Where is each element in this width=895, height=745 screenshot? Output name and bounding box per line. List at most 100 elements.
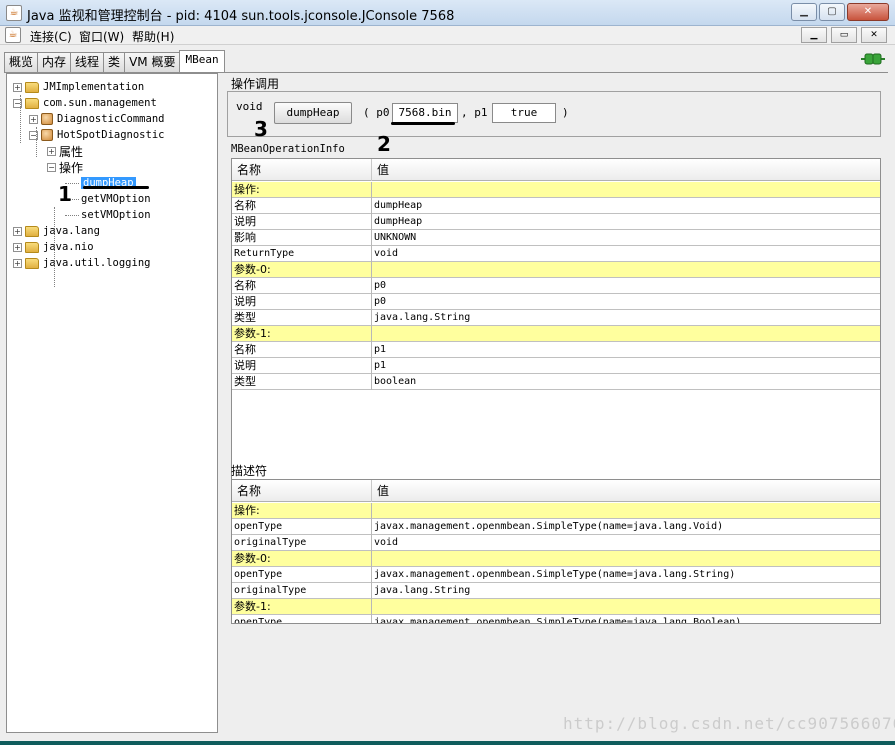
p0-input[interactable]: 7568.bin <box>392 103 458 123</box>
table-row[interactable]: 名称 dumpHeap <box>232 198 880 214</box>
column-header-value[interactable]: 值 <box>372 480 880 502</box>
table-group-row[interactable]: 参数-0: <box>232 262 880 278</box>
cell-value: UNKNOWN <box>372 230 880 246</box>
inner-restore-button[interactable]: ▭ <box>831 27 857 43</box>
mbean-icon <box>41 129 53 141</box>
java-app-icon: ☕ <box>6 5 22 21</box>
expand-icon[interactable]: + <box>13 258 22 268</box>
cell-name: openType <box>232 567 372 583</box>
tab-vm-summary[interactable]: VM 概要 <box>124 52 181 72</box>
tree-connector-line <box>54 207 55 287</box>
table-row[interactable]: openType javax.management.openmbean.Simpl… <box>232 519 880 535</box>
cell-name: 名称 <box>232 278 372 294</box>
tree-connector-line <box>36 127 37 157</box>
tree-item-label: JMImplementation <box>43 81 145 93</box>
table-row[interactable]: 影响 UNKNOWN <box>232 230 880 246</box>
expand-icon[interactable]: + <box>13 82 22 92</box>
table-row[interactable]: 类型 boolean <box>232 374 880 390</box>
folder-icon <box>25 241 39 253</box>
menu-help[interactable]: 帮助(H) <box>132 28 174 45</box>
collapse-icon[interactable]: − <box>47 162 56 172</box>
folder-icon <box>25 97 39 109</box>
column-header-name[interactable]: 名称 <box>232 480 372 502</box>
cell-name: ReturnType <box>232 246 372 262</box>
column-header-value[interactable]: 值 <box>372 159 880 181</box>
table-row[interactable]: originalType void <box>232 535 880 551</box>
cell-value: boolean <box>372 374 880 390</box>
tree-item-label: java.util.logging <box>43 257 151 269</box>
cell-name: 说明 <box>232 294 372 310</box>
tree-item[interactable]: + 属性 <box>47 143 83 159</box>
maximize-button[interactable]: ▢ <box>819 3 845 21</box>
mbean-tree[interactable]: + JMImplementation − com.sun.management + Dia… <box>6 73 218 733</box>
cell-value <box>372 599 880 615</box>
menu-window[interactable]: 窗口(W) <box>79 28 124 45</box>
tree-connector <box>65 214 79 216</box>
table-header: 名称值 <box>232 159 880 181</box>
tree-item-label: java.lang <box>43 225 100 237</box>
mbean-split-pane: + JMImplementation − com.sun.management + Dia… <box>4 72 888 738</box>
tab-overview[interactable]: 概览 <box>4 52 39 72</box>
close-button[interactable]: ✕ <box>847 3 889 21</box>
title-bar: ☕ Java 监视和管理控制台 - pid: 4104 sun.tools.jc… <box>0 0 895 26</box>
tree-item[interactable]: + java.lang <box>13 223 100 239</box>
tab-memory[interactable]: 内存 <box>37 52 72 72</box>
tree-item[interactable]: getVMOption <box>65 191 151 207</box>
table-row[interactable]: openType javax.management.openmbean.Simpl… <box>232 567 880 583</box>
table-group-row[interactable]: 操作: <box>232 182 880 198</box>
table-row[interactable]: 说明 p1 <box>232 358 880 374</box>
expand-icon[interactable]: + <box>29 114 38 124</box>
minimize-button[interactable]: ▁ <box>791 3 817 21</box>
table-row[interactable]: 名称 p0 <box>232 278 880 294</box>
table-group-row[interactable]: 参数-1: <box>232 599 880 615</box>
tab-threads[interactable]: 线程 <box>70 52 105 72</box>
table-row[interactable]: openType javax.management.openmbean.Simpl… <box>232 615 880 623</box>
tree-item-label: getVMOption <box>81 193 151 205</box>
cell-name: 参数-1: <box>232 599 372 615</box>
expand-icon[interactable]: + <box>13 242 22 252</box>
tree-item[interactable]: − com.sun.management <box>13 95 157 111</box>
tree-item-label: setVMOption <box>81 209 151 221</box>
table-row[interactable]: 说明 p0 <box>232 294 880 310</box>
tree-item[interactable]: + java.util.logging <box>13 255 150 271</box>
table-group-row[interactable]: 参数-1: <box>232 326 880 342</box>
cell-name: originalType <box>232 583 372 599</box>
cell-value: javax.management.openmbean.SimpleType(na… <box>372 615 880 623</box>
cell-name: 名称 <box>232 198 372 214</box>
table-row[interactable]: 类型 java.lang.String <box>232 310 880 326</box>
expand-icon[interactable]: + <box>13 226 22 236</box>
table-row[interactable]: originalType java.lang.String <box>232 583 880 599</box>
table-row[interactable]: 说明 dumpHeap <box>232 214 880 230</box>
expand-icon[interactable]: + <box>47 146 56 156</box>
tree-item[interactable]: − 操作 <box>47 159 83 175</box>
dumpheap-invoke-button[interactable]: dumpHeap <box>274 102 352 124</box>
cell-name: 类型 <box>232 310 372 326</box>
operation-invocation-box: void dumpHeap ( p0 7568.bin , p1 true ) <box>227 91 881 137</box>
tab-classes[interactable]: 类 <box>103 52 126 72</box>
tree-item[interactable]: + DiagnosticCommand <box>29 111 164 127</box>
table-row[interactable]: ReturnType void <box>232 246 880 262</box>
tree-item[interactable]: + JMImplementation <box>13 79 144 95</box>
cell-name: 参数-0: <box>232 262 372 278</box>
cell-name: 参数-1: <box>232 326 372 342</box>
annotation-number-2: 2 <box>377 132 391 156</box>
menu-connect[interactable]: 连接(C) <box>30 28 72 45</box>
table-row[interactable]: 名称 p1 <box>232 342 880 358</box>
p1-label: , p1 <box>461 106 488 119</box>
table-group-row[interactable]: 操作: <box>232 503 880 519</box>
tree-item[interactable]: setVMOption <box>65 207 151 223</box>
table-group-row[interactable]: 参数-0: <box>232 551 880 567</box>
tab-mbean[interactable]: MBean <box>179 50 225 72</box>
mbean-icon <box>41 113 53 125</box>
folder-icon <box>25 81 39 93</box>
cell-value: javax.management.openmbean.SimpleType(na… <box>372 567 880 583</box>
connection-status-icon[interactable] <box>861 52 885 66</box>
inner-close-button[interactable]: ✕ <box>861 27 887 43</box>
cell-value <box>372 551 880 567</box>
tree-item[interactable]: − HotSpotDiagnostic <box>29 127 164 143</box>
inner-minimize-button[interactable]: ▁ <box>801 27 827 43</box>
p1-input[interactable]: true <box>492 103 556 123</box>
folder-icon <box>25 257 39 269</box>
mbean-detail-panel: 操作调用 void dumpHeap ( p0 7568.bin , p1 tr… <box>223 73 887 733</box>
column-header-name[interactable]: 名称 <box>232 159 372 181</box>
